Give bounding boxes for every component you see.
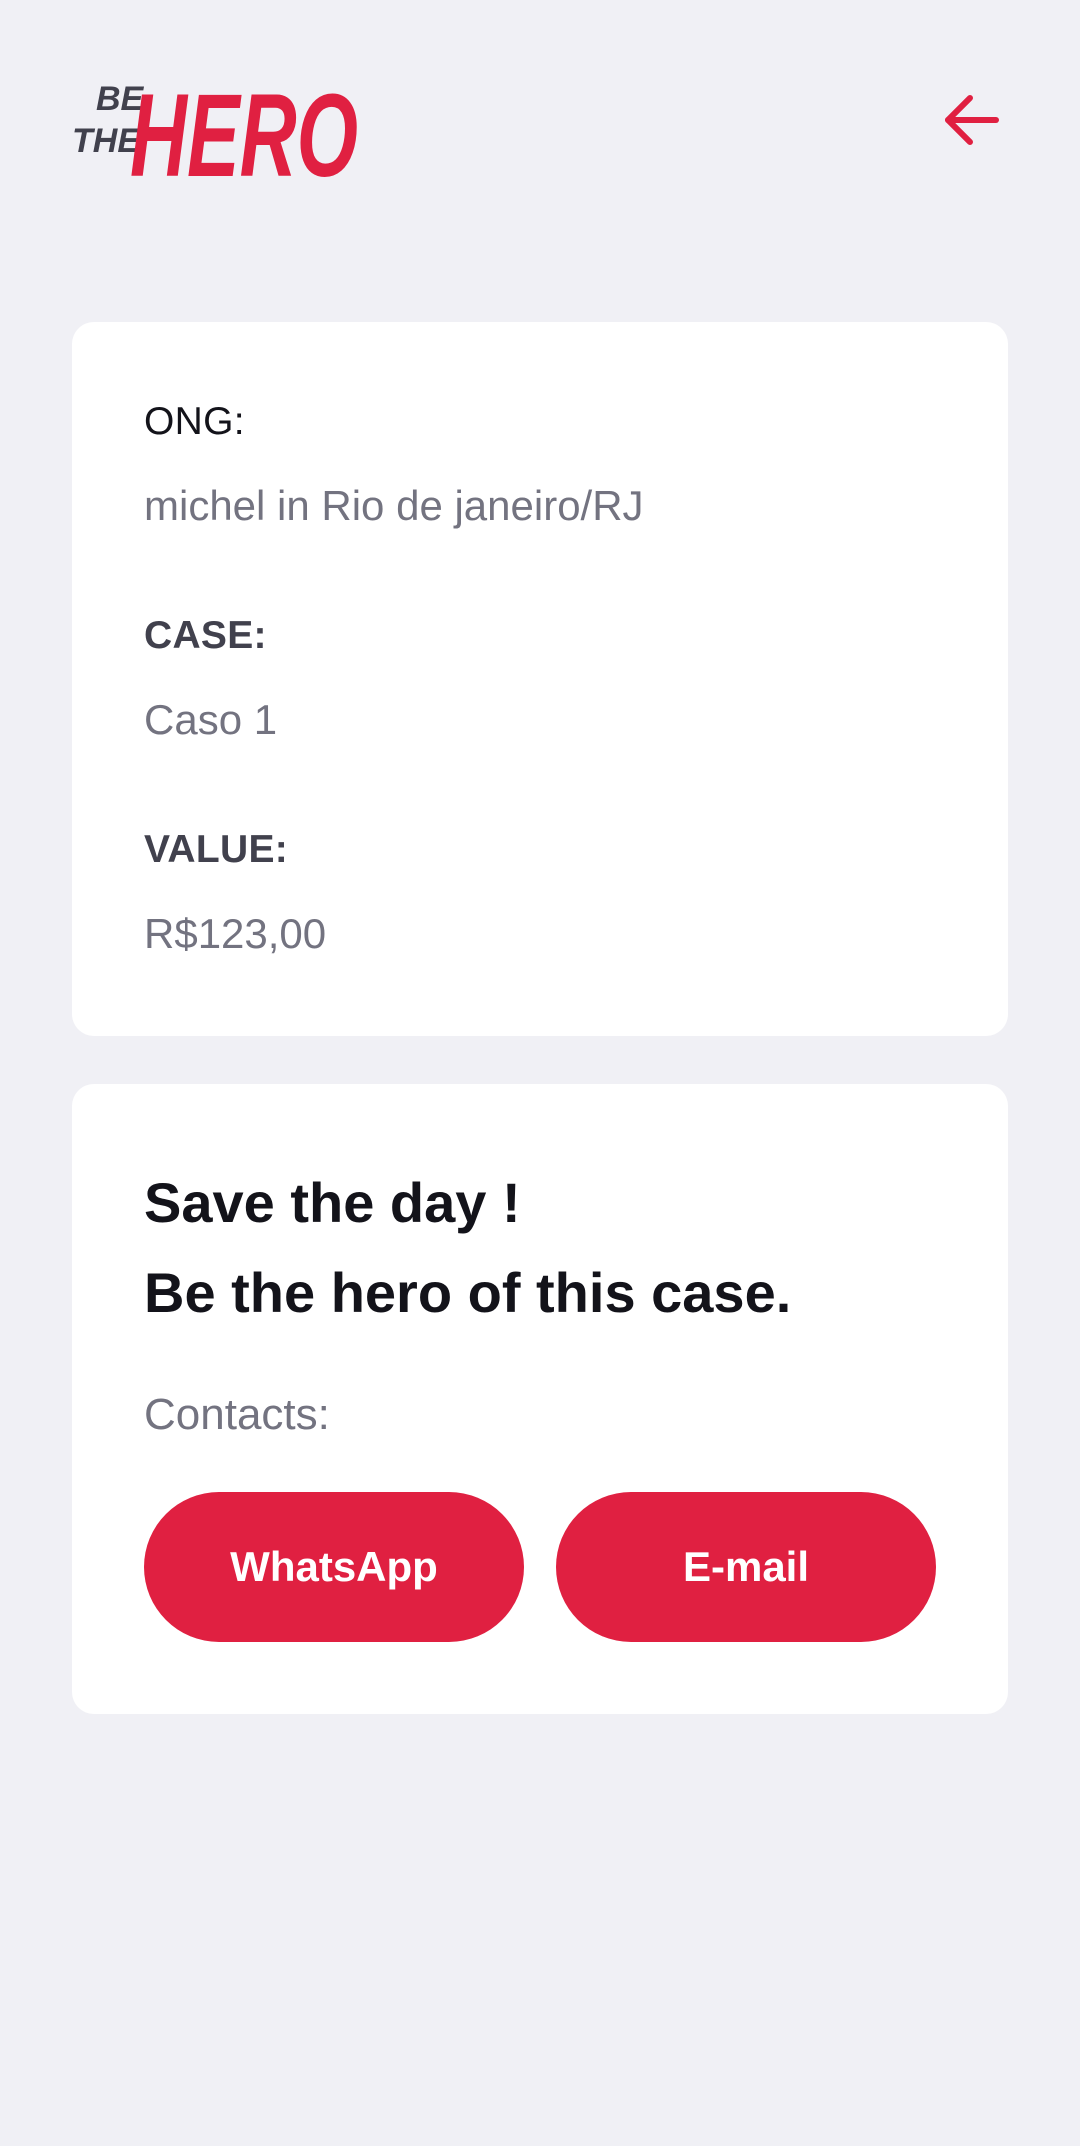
case-label: CASE: [144,614,267,657]
arrow-left-icon [945,95,999,145]
ong-label: ONG: [144,400,245,443]
contact-card: Save the day ! Be the hero of this case.… [72,1084,1008,1714]
value-label: VALUE: [144,828,289,871]
email-button[interactable]: E-mail [556,1492,936,1642]
ong-value: michel in Rio de janeiro/RJ [144,482,644,529]
header: BE THE HERO [72,56,1008,184]
logo-hero-text: HERO [130,70,358,184]
value-amount: R$123,00 [144,910,327,957]
incident-card: ONG: michel in Rio de janeiro/RJ CASE: C… [72,322,1008,1036]
contact-title-line1: Save the day ! [144,1171,521,1234]
back-button[interactable] [936,84,1008,156]
contact-title-line2: Be the hero of this case. [144,1261,792,1324]
whatsapp-button[interactable]: WhatsApp [144,1492,524,1642]
be-the-hero-logo: BE THE HERO [72,70,358,184]
case-value: Caso 1 [144,696,278,743]
contacts-label: Contacts: [144,1390,330,1439]
